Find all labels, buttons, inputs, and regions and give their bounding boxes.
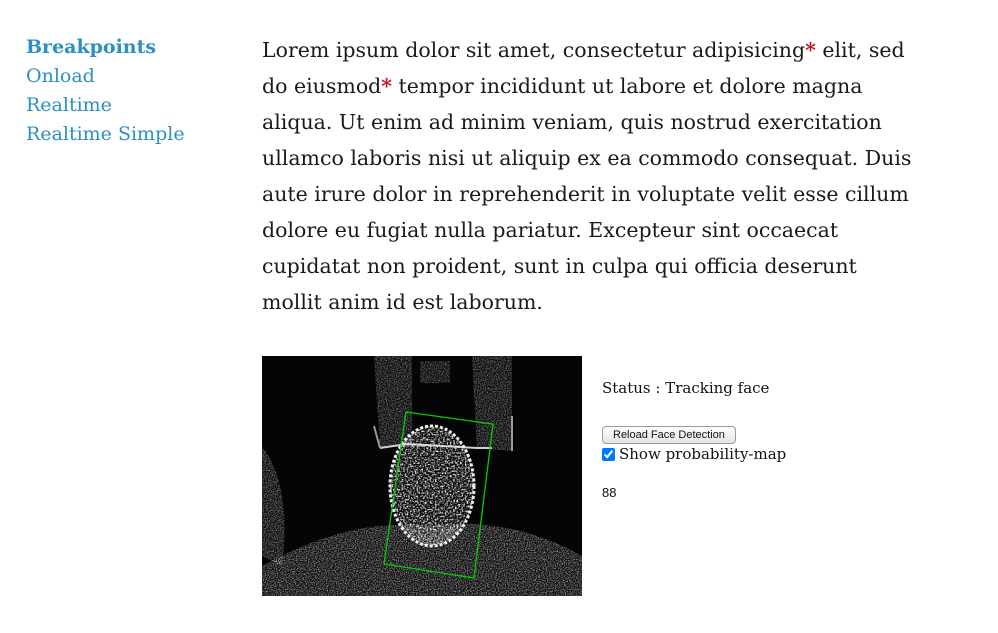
webcam-canvas xyxy=(262,356,582,596)
article-line: cupidatat non proident, sunt in culpa qu… xyxy=(262,254,857,278)
text-segment: Lorem ipsum dolor sit amet, consectetur … xyxy=(262,38,806,62)
article-line: Lorem ipsum dolor sit amet, consectetur … xyxy=(262,32,962,68)
probability-map-checkbox[interactable] xyxy=(602,447,615,461)
probability-map-label: Show probability-map xyxy=(619,445,787,463)
reload-face-detection-button[interactable]: Reload Face Detection xyxy=(602,426,736,444)
nav-link-realtime-simple[interactable]: Realtime Simple xyxy=(26,120,226,149)
nav-link-breakpoints[interactable]: Breakpoints xyxy=(26,33,226,62)
article-line: do eiusmod* tempor incididunt ut labore … xyxy=(262,68,962,104)
text-segment: elit, sed xyxy=(815,38,905,62)
nav-link-onload[interactable]: Onload xyxy=(26,62,226,91)
article-line: ullamco laboris nisi ut aliquip ex ea co… xyxy=(262,146,912,170)
asterisk-marker: * xyxy=(805,38,816,62)
nav-link-realtime[interactable]: Realtime xyxy=(26,91,226,120)
probability-map-toggle[interactable]: Show probability-map xyxy=(602,445,902,463)
text-segment: do eiusmod xyxy=(262,74,382,98)
article-line: aliqua. Ut enim ad minim veniam, quis no… xyxy=(262,110,882,134)
sidebar-nav: Breakpoints Onload Realtime Realtime Sim… xyxy=(26,33,226,149)
status-text: Status : Tracking face xyxy=(602,379,770,397)
article-line: aute irure dolor in reprehenderit in vol… xyxy=(262,182,909,206)
probability-map-image xyxy=(262,356,582,596)
article-text: Lorem ipsum dolor sit amet, consectetur … xyxy=(262,32,962,320)
article-line: dolore eu fugiat nulla pariatur. Excepte… xyxy=(262,218,839,242)
tracker-panel: Status : Tracking face Reload Face Detec… xyxy=(602,376,902,500)
article-line: mollit anim id est laborum. xyxy=(262,290,543,314)
text-segment: tempor incididunt ut labore et dolore ma… xyxy=(392,74,863,98)
asterisk-marker: * xyxy=(381,74,393,98)
frame-count: 88 xyxy=(602,485,617,500)
